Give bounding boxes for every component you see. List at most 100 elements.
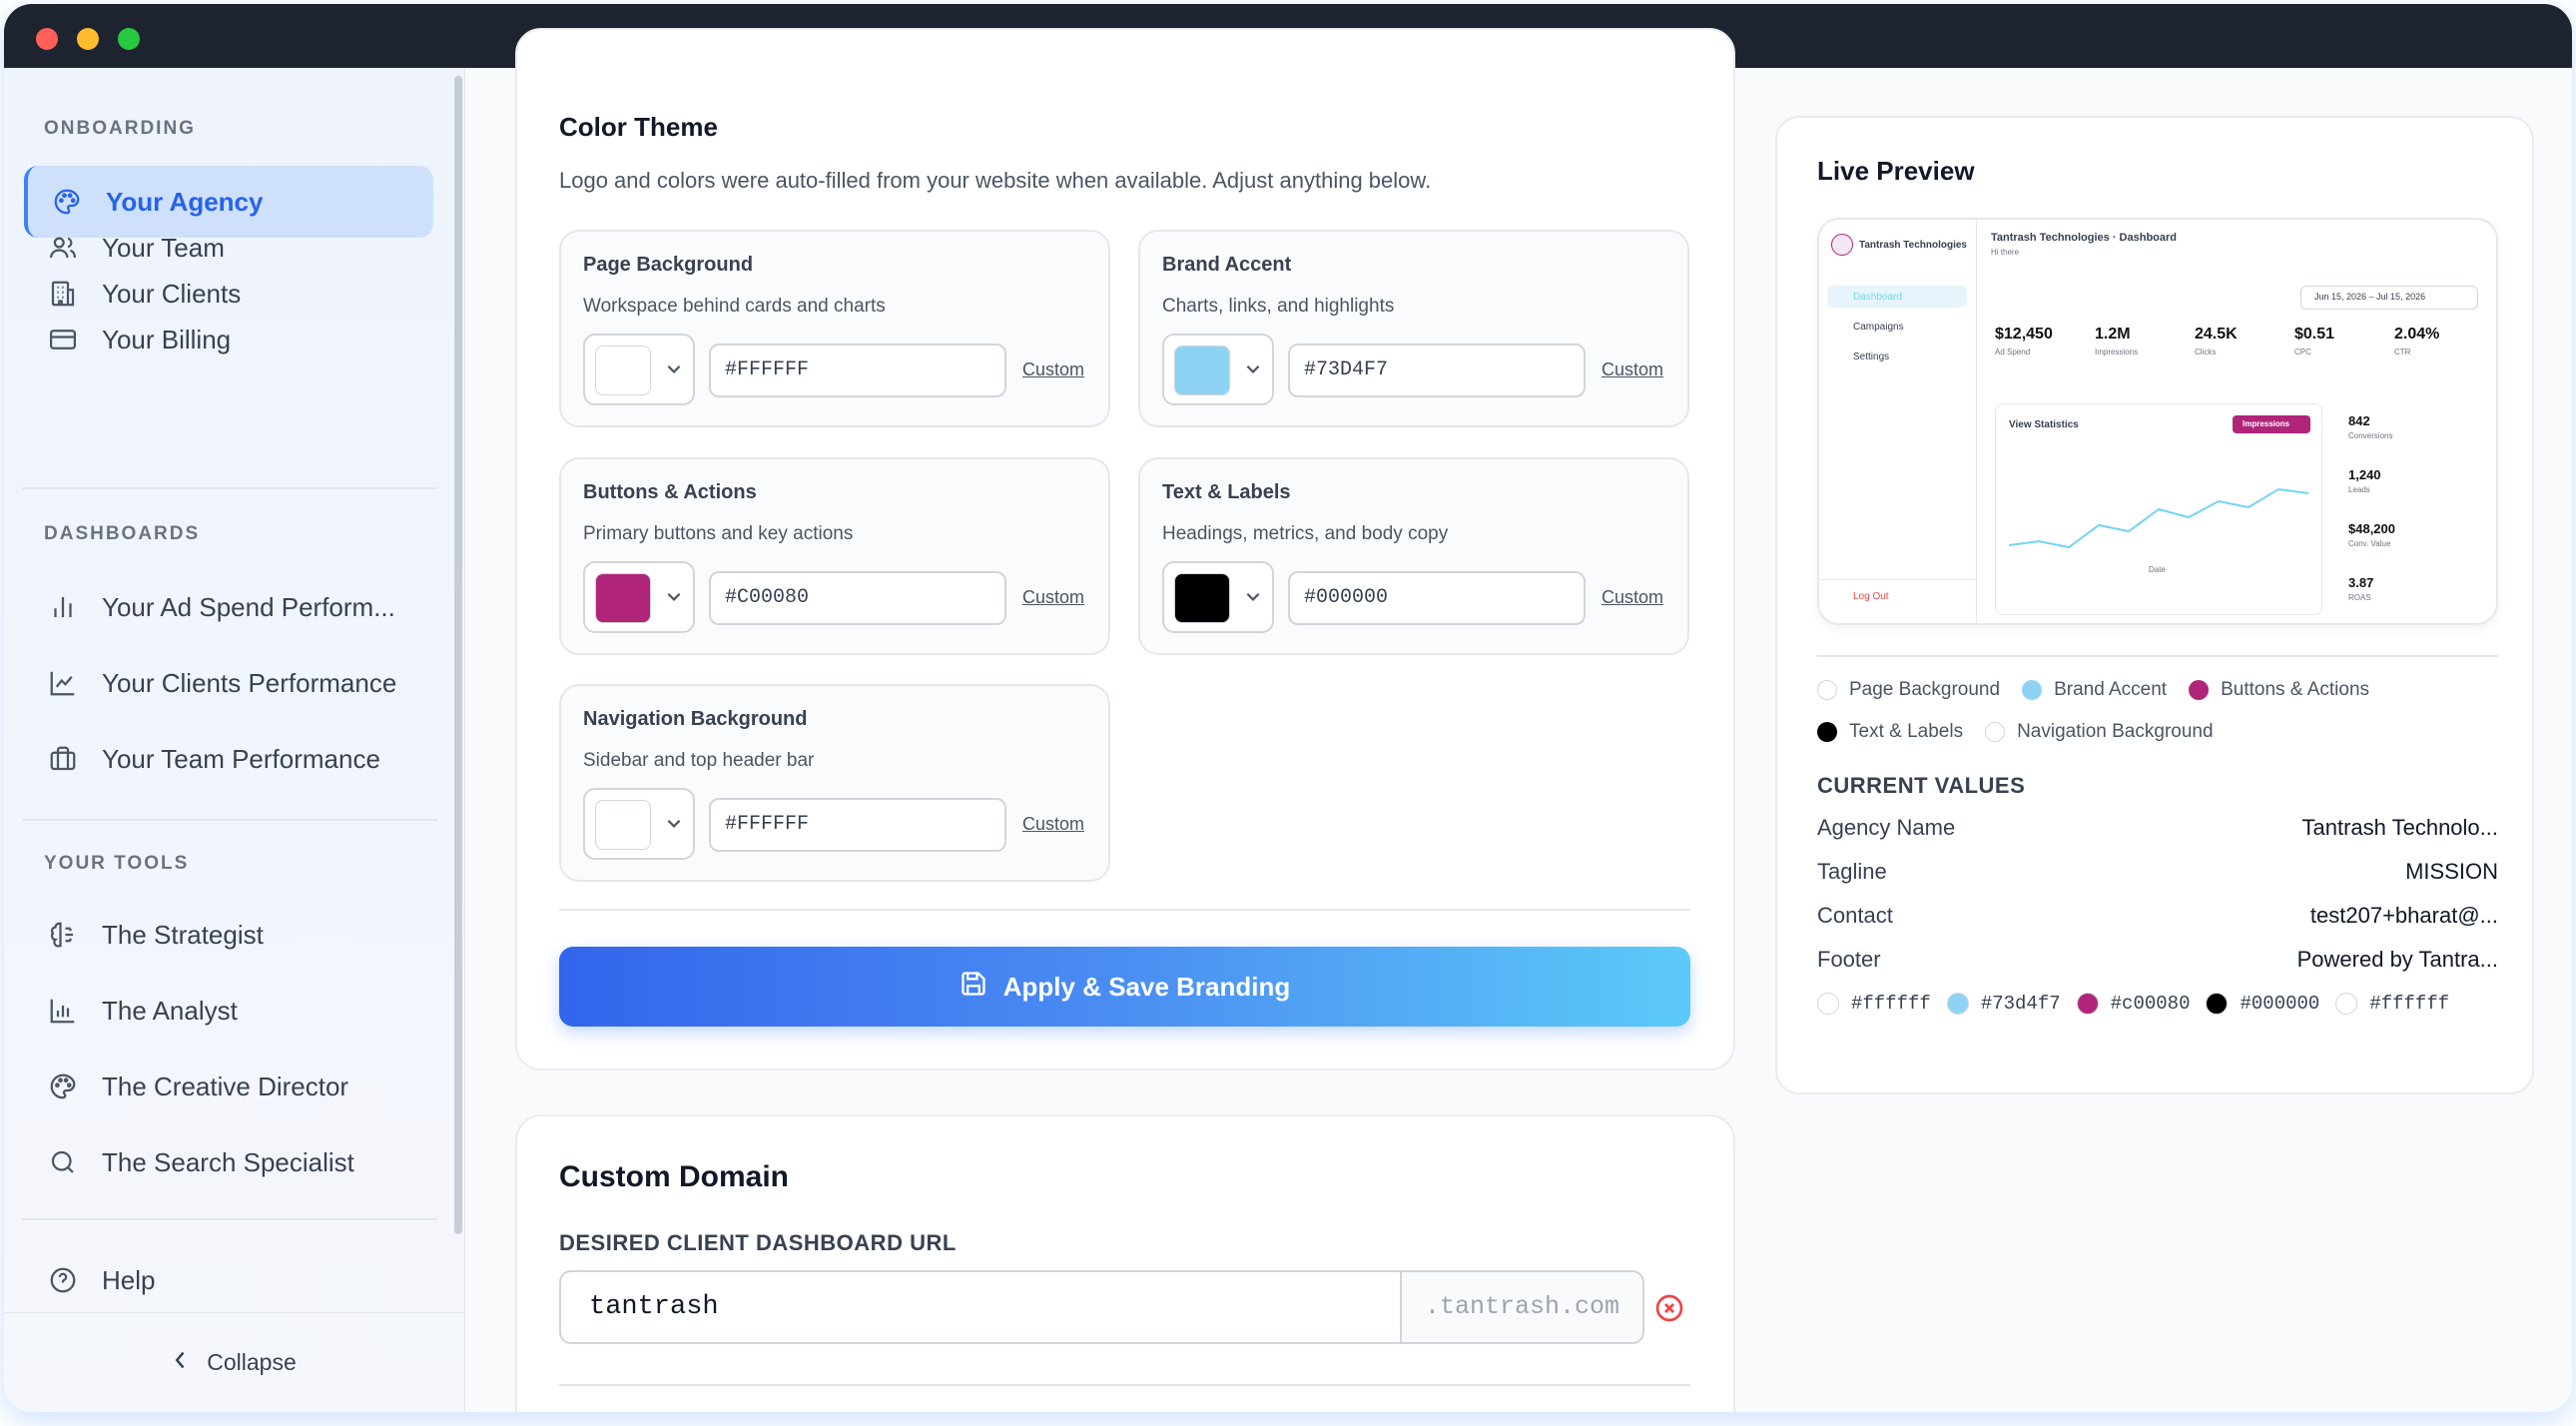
sidebar-item-search-specialist[interactable]: The Search Specialist [24, 1126, 433, 1198]
preview-metric-label: CTR [2394, 348, 2411, 356]
custom-link[interactable]: Custom [1602, 359, 1663, 380]
app-window: ONBOARDING Your Agency Your Team Your Cl… [4, 4, 2572, 1412]
swatch-description: Headings, metrics, and body copy [1162, 523, 1449, 544]
custom-link[interactable]: Custom [1022, 359, 1084, 380]
maximize-window-button[interactable] [118, 28, 140, 50]
color-picker[interactable] [1162, 334, 1274, 405]
legend-row: Page Background Brand Accent Buttons & A… [1817, 679, 2369, 701]
sidebar-item-label: The Creative Director [102, 1070, 349, 1101]
palette-icon [46, 1070, 80, 1103]
credit-card-icon [46, 323, 80, 356]
section-label-dashboards: DASHBOARDS [44, 523, 201, 544]
color-chip [1174, 573, 1230, 623]
live-preview-card: Live Preview Tantrash Technologies Dashb… [1775, 116, 2534, 1094]
preview-stat-label: Conversions [2348, 431, 2393, 440]
collapse-button[interactable]: Collapse [4, 1312, 465, 1412]
preview-brand: Tantrash Technologies [1859, 240, 1967, 251]
clear-error-icon[interactable] [1653, 1292, 1685, 1329]
sidebar-item-clients-performance[interactable]: Your Clients Performance [24, 647, 433, 719]
swatch-title: Page Background [583, 254, 754, 276]
custom-link[interactable]: Custom [1022, 587, 1084, 608]
sidebar-item-label: Your Clients Performance [102, 667, 397, 698]
preview-chart-badge-label: Impressions [2243, 419, 2290, 428]
divider [559, 909, 1690, 911]
url-field-label: DESIRED CLIENT DASHBOARD URL [559, 1230, 957, 1255]
swatch-description: Charts, links, and highlights [1162, 296, 1395, 317]
sidebar-item-help[interactable]: Help [24, 1244, 433, 1316]
legend-dot [1817, 680, 1837, 700]
legend-label: Brand Accent [2054, 679, 2168, 700]
sidebar-item-creative-director[interactable]: The Creative Director [24, 1051, 433, 1122]
collapse-label: Collapse [207, 1349, 297, 1375]
live-preview-title: Live Preview [1817, 156, 1975, 186]
value-key: Contact [1817, 903, 1893, 928]
preview-dashboard-thumbnail: Tantrash Technologies Dashboard Campaign… [1817, 218, 2498, 625]
value-text: Tantrash Technolo... [2301, 815, 2499, 840]
current-value-row: Contact test207+bharat@... [1817, 903, 2498, 929]
legend-label: Text & Labels [1849, 721, 1964, 742]
color-dot [2335, 993, 2358, 1015]
swatch-title: Brand Accent [1162, 254, 1292, 276]
color-picker[interactable] [583, 788, 695, 860]
legend-label: Page Background [1849, 679, 2001, 700]
chevron-down-icon [665, 359, 683, 382]
custom-link[interactable]: Custom [1602, 587, 1663, 608]
color-dot [2076, 993, 2099, 1015]
preview-logo [1831, 234, 1853, 256]
color-chip [595, 573, 651, 623]
preview-stat-label: Conv. Value [2348, 539, 2391, 548]
save-icon [960, 970, 987, 1005]
custom-link[interactable]: Custom [1022, 814, 1084, 835]
legend-dot [1985, 722, 2006, 742]
sidebar-item-ad-spend-performance[interactable]: Your Ad Spend Perform... [24, 571, 433, 643]
sidebar-item-your-billing[interactable]: Your Billing [24, 304, 433, 375]
preview-metric-label: Clicks [2195, 348, 2217, 356]
chevron-down-icon [1244, 359, 1262, 382]
preview-metric-value: $0.51 [2294, 326, 2335, 343]
preview-stat-label: ROAS [2348, 593, 2371, 602]
close-window-button[interactable] [36, 28, 58, 50]
sidebar-item-team-performance[interactable]: Your Team Performance [24, 723, 433, 795]
color-picker[interactable] [1162, 561, 1274, 633]
hex-input[interactable]: #FFFFFF [709, 798, 1006, 852]
section-label-tools: YOUR TOOLS [44, 853, 190, 874]
color-picker[interactable] [583, 561, 695, 633]
hex-input[interactable]: #73D4F7 [1288, 344, 1586, 397]
sidebar-scrollbar[interactable] [454, 76, 462, 1234]
sidebar-divider [22, 487, 437, 489]
divider [559, 1384, 1690, 1386]
dashboard-url-input[interactable]: tantrash [559, 1270, 1400, 1344]
hex-input[interactable]: #C00080 [709, 571, 1006, 625]
preview-chart-xlabel: Date [2149, 565, 2166, 574]
sidebar-item-strategist[interactable]: The Strategist [24, 899, 433, 971]
briefcase-icon [46, 742, 80, 776]
preview-nav-item: Campaigns [1853, 322, 1904, 333]
help-circle-icon [46, 1263, 80, 1297]
sidebar-item-label: The Analyst [102, 995, 238, 1026]
brain-icon [46, 918, 80, 952]
sidebar-item-analyst[interactable]: The Analyst [24, 975, 433, 1047]
chevron-left-icon [173, 1349, 189, 1376]
swatch-title: Buttons & Actions [583, 481, 757, 503]
color-theme-title: Color Theme [559, 112, 718, 142]
preview-metric-label: CPC [2294, 348, 2311, 356]
legend-label: Buttons & Actions [2221, 679, 2370, 700]
apply-save-branding-button[interactable]: Apply & Save Branding [559, 947, 1690, 1027]
value-text: MISSION [2405, 859, 2498, 884]
chevron-down-icon [665, 814, 683, 837]
color-theme-subtitle: Logo and colors were auto-filled from yo… [559, 168, 1432, 193]
swatch-description: Workspace behind cards and charts [583, 296, 886, 317]
preview-metric-value: 24.5K [2195, 326, 2238, 343]
apply-button-label: Apply & Save Branding [1002, 971, 1291, 1002]
preview-logout: Log Out [1853, 591, 1889, 602]
hex-input[interactable]: #FFFFFF [709, 344, 1006, 397]
hex-input[interactable]: #000000 [1288, 571, 1586, 625]
color-chip [595, 346, 651, 395]
preview-metric-label: Ad Spend [1995, 348, 2031, 356]
sidebar-item-label: The Strategist [102, 919, 264, 950]
chevron-down-icon [1244, 587, 1262, 610]
value-text: Powered by Tantra... [2296, 947, 2498, 972]
color-dot [2206, 993, 2229, 1015]
color-picker[interactable] [583, 334, 695, 405]
minimize-window-button[interactable] [77, 28, 99, 50]
